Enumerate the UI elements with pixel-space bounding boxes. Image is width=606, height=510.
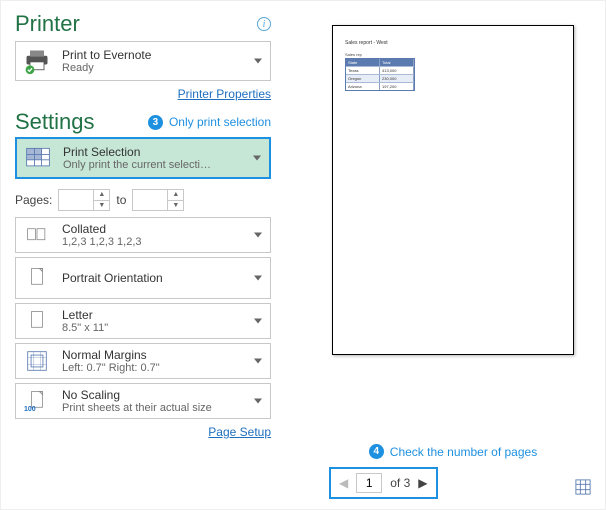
- chevron-down-icon: [254, 233, 262, 238]
- pages-from-input[interactable]: [59, 190, 93, 210]
- paper-sub: 8.5" x 11": [62, 322, 108, 334]
- printer-status: Ready: [62, 62, 151, 74]
- collate-selector[interactable]: Collated 1,2,3 1,2,3 1,2,3: [15, 217, 271, 253]
- show-margins-button[interactable]: [575, 479, 591, 495]
- annotation-4: 4 Check the number of pages: [311, 444, 595, 459]
- print-area-sub: Only print the current selecti…: [63, 159, 211, 171]
- collate-title: Collated: [62, 222, 142, 236]
- scaling-icon: 100: [22, 389, 52, 413]
- pages-label: Pages:: [15, 193, 52, 207]
- chevron-down-icon: [254, 359, 262, 364]
- margins-selector[interactable]: Normal Margins Left: 0.7" Right: 0.7": [15, 343, 271, 379]
- selection-icon: [23, 143, 53, 173]
- margins-sub: Left: 0.7" Right: 0.7": [62, 362, 160, 374]
- chevron-down-icon: [254, 59, 262, 64]
- paper-icon: [22, 309, 52, 333]
- spin-down-icon[interactable]: ▼: [94, 201, 109, 211]
- print-preview: Sales report - West Sales rep State Tota…: [332, 25, 574, 355]
- printer-icon: [22, 46, 52, 76]
- chevron-down-icon: [254, 276, 262, 281]
- pages-from-spinner[interactable]: ▲▼: [58, 189, 110, 211]
- orientation-title: Portrait Orientation: [62, 271, 163, 285]
- print-area-selector[interactable]: Print Selection Only print the current s…: [15, 137, 271, 179]
- page-navigator: ◀ of 3 ▶: [329, 467, 438, 499]
- chevron-down-icon: [254, 399, 262, 404]
- scaling-sub: Print sheets at their actual size: [62, 402, 212, 414]
- orientation-selector[interactable]: Portrait Orientation: [15, 257, 271, 299]
- chevron-down-icon: [253, 156, 261, 161]
- printer-properties-link[interactable]: Printer Properties: [15, 87, 271, 101]
- scaling-selector[interactable]: 100 No Scaling Print sheets at their act…: [15, 383, 271, 419]
- collate-icon: [22, 223, 52, 247]
- preview-title: Sales report - West: [345, 40, 561, 46]
- collate-sub: 1,2,3 1,2,3 1,2,3: [62, 236, 142, 248]
- settings-heading: Settings: [15, 109, 95, 135]
- current-page-input[interactable]: [356, 473, 382, 493]
- page-setup-link[interactable]: Page Setup: [15, 425, 271, 439]
- chevron-down-icon: [254, 319, 262, 324]
- margins-title: Normal Margins: [62, 348, 160, 362]
- pages-to-label: to: [116, 193, 126, 207]
- paper-title: Letter: [62, 308, 108, 322]
- next-page-button[interactable]: ▶: [418, 476, 427, 490]
- preview-table: State Total Texas413,000 Oregon230,000 A…: [345, 58, 415, 91]
- annotation-3: 3 Only print selection: [148, 115, 271, 130]
- spin-up-icon[interactable]: ▲: [168, 190, 183, 201]
- spin-up-icon[interactable]: ▲: [94, 190, 109, 201]
- print-area-title: Print Selection: [63, 145, 211, 159]
- paper-size-selector[interactable]: Letter 8.5" x 11": [15, 303, 271, 339]
- prev-page-button[interactable]: ◀: [339, 476, 348, 490]
- of-label: of 3: [390, 476, 410, 490]
- pages-to-spinner[interactable]: ▲▼: [132, 189, 184, 211]
- printer-heading: Printer: [15, 11, 80, 37]
- margins-icon: [22, 349, 52, 373]
- scaling-title: No Scaling: [62, 388, 212, 402]
- printer-name: Print to Evernote: [62, 48, 151, 62]
- pages-to-input[interactable]: [133, 190, 167, 210]
- info-icon[interactable]: i: [257, 17, 271, 31]
- printer-selector[interactable]: Print to Evernote Ready: [15, 41, 271, 81]
- spin-down-icon[interactable]: ▼: [168, 201, 183, 211]
- portrait-icon: [22, 266, 52, 290]
